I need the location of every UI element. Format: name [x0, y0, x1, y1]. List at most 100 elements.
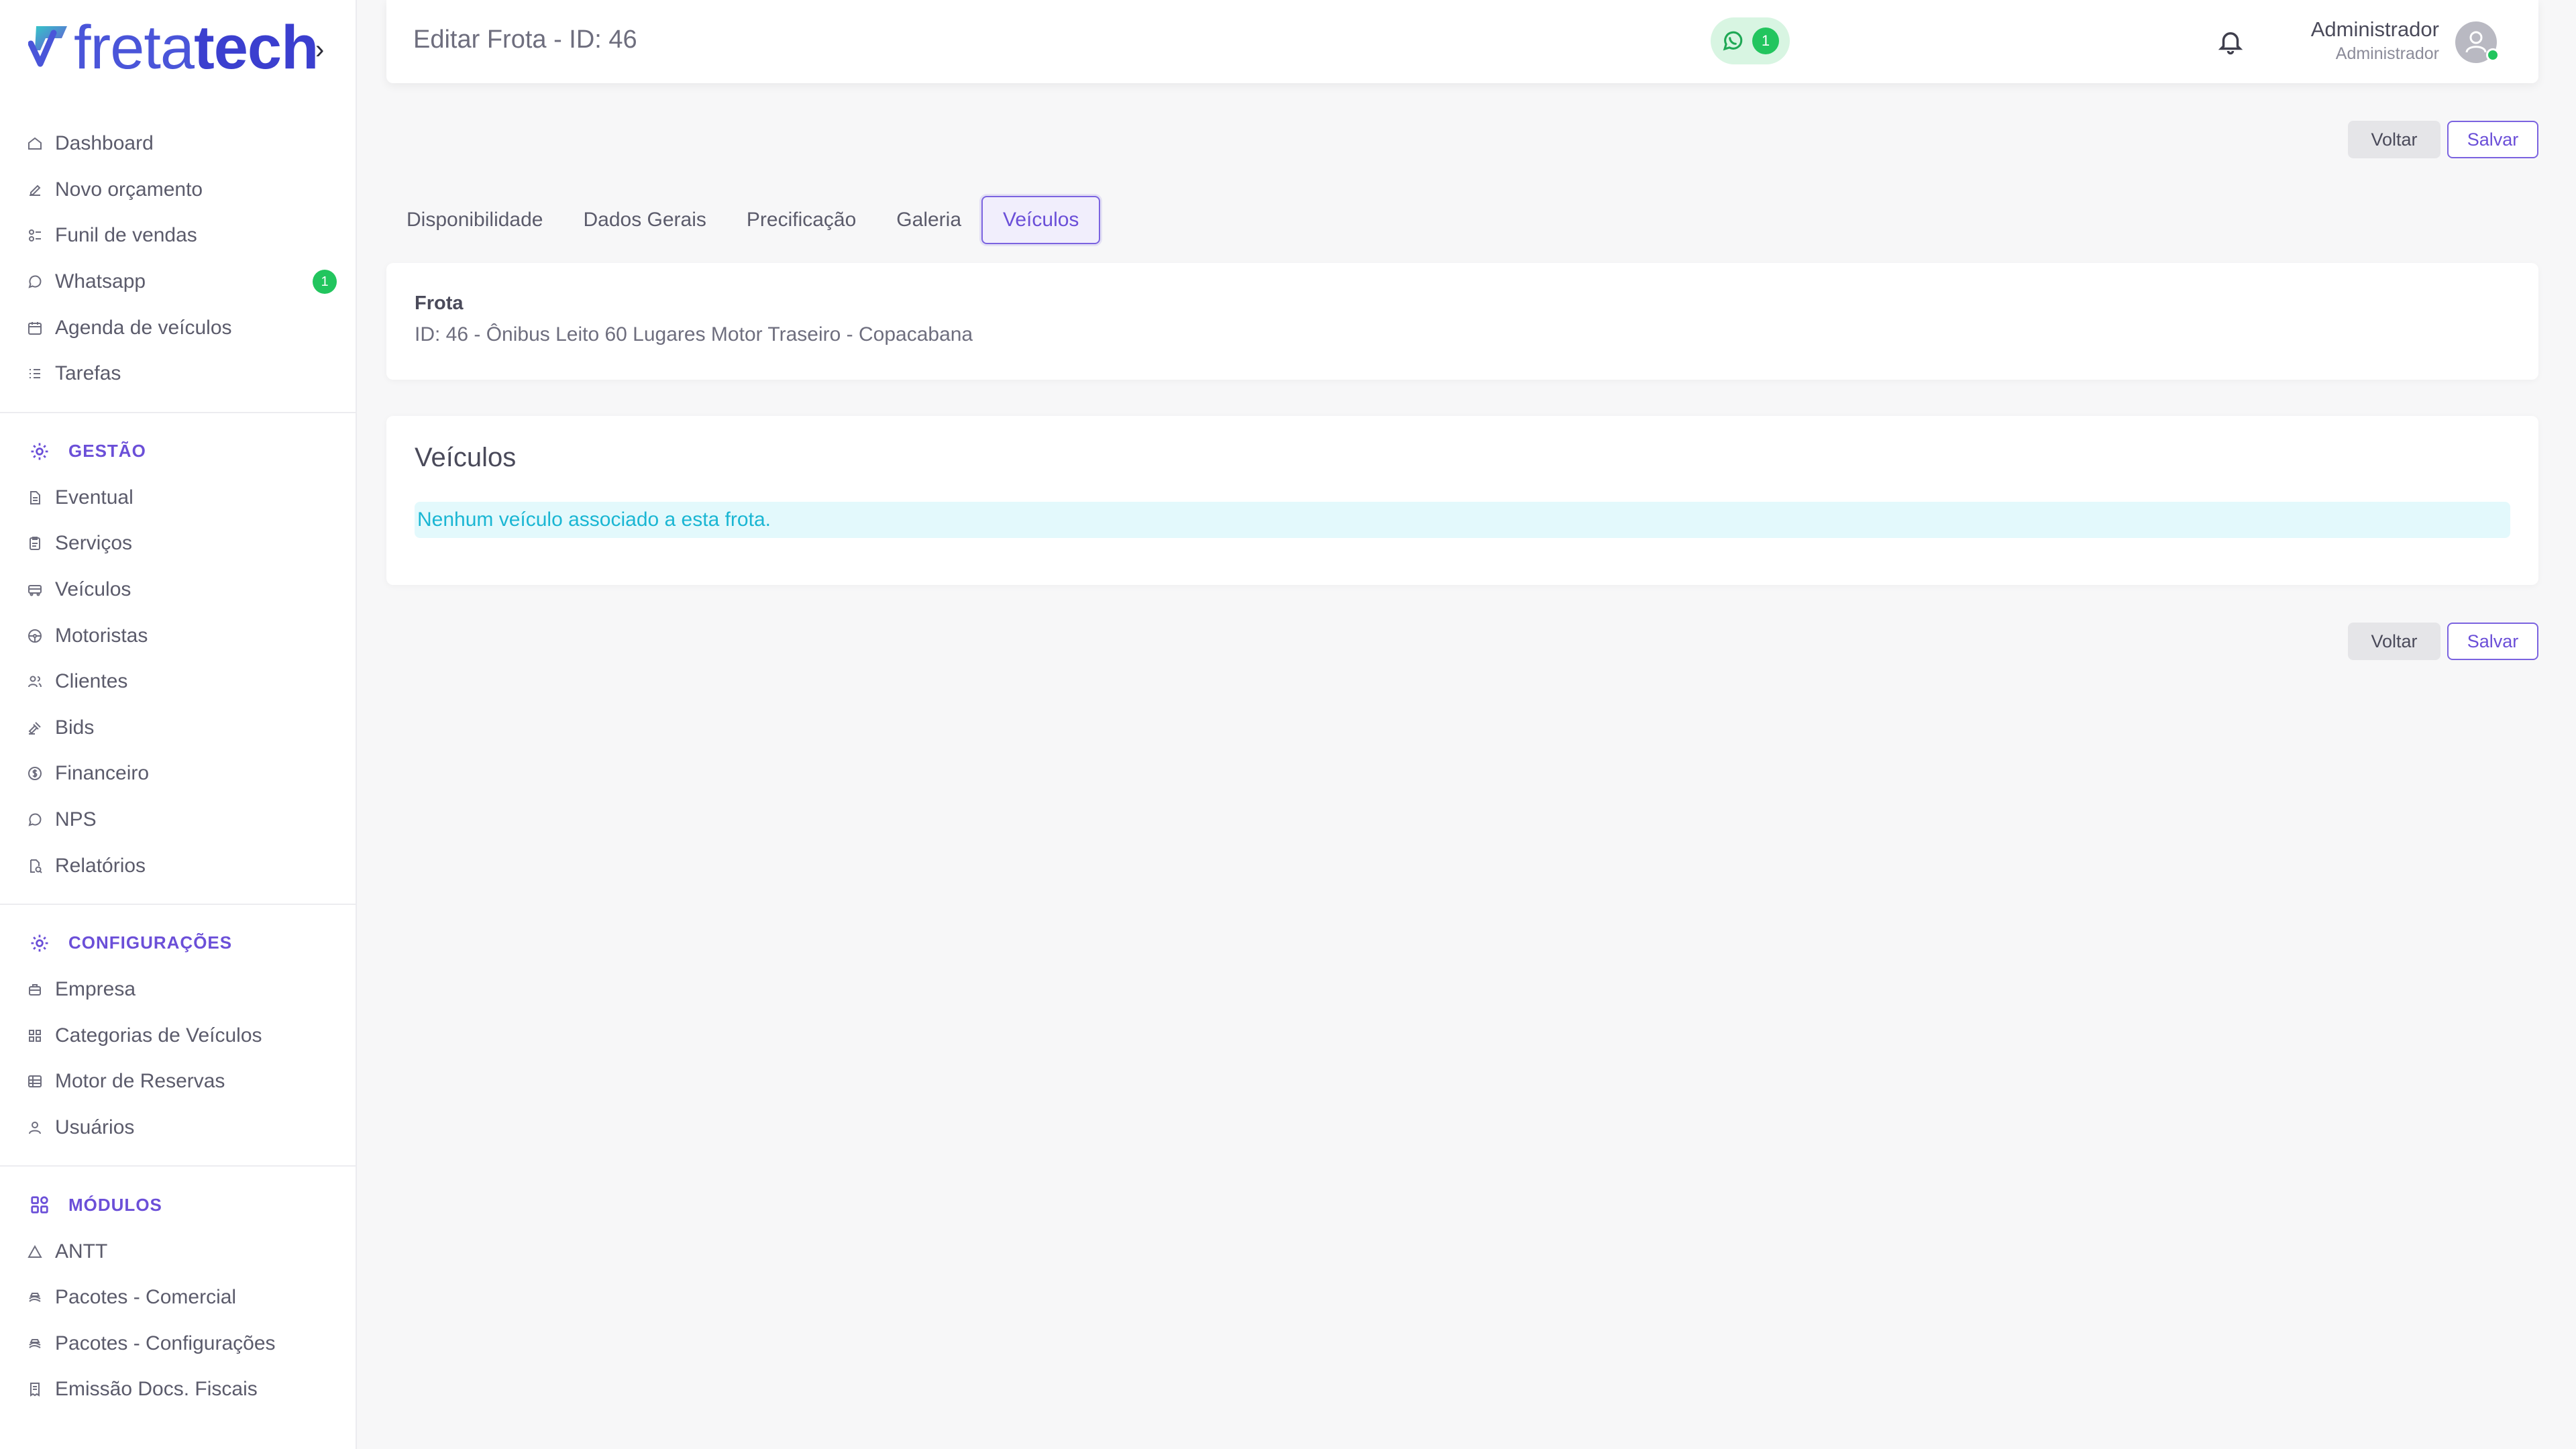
- sidebar-item-whatsapp[interactable]: Whatsapp 1: [0, 259, 357, 305]
- whatsapp-icon: [1721, 30, 1744, 52]
- home-icon: [27, 136, 43, 152]
- sidebar-item-empresa[interactable]: Empresa: [0, 967, 357, 1013]
- sidebar-item-pacotes-configuracoes[interactable]: Pacotes - Configurações: [0, 1320, 357, 1366]
- sidebar-item-dashboard[interactable]: Dashboard: [0, 121, 357, 167]
- sidebar-item-pacotes-comercial[interactable]: Pacotes - Comercial: [0, 1275, 357, 1321]
- sidebar-item-label: Empresa: [55, 978, 136, 1001]
- logo-text: fretatech: [74, 13, 319, 82]
- collapse-sidebar-chevron-icon[interactable]: ›: [315, 35, 324, 65]
- section-configuracoes: CONFIGURAÇÕES: [0, 920, 357, 967]
- section-title: MÓDULOS: [68, 1194, 162, 1215]
- sidebar-item-label: NPS: [55, 808, 97, 831]
- section-title: CONFIGURAÇÕES: [68, 932, 233, 953]
- frota-value: ID: 46 - Ônibus Leito 60 Lugares Motor T…: [415, 323, 973, 345]
- sidebar: fretatech › Dashboard Novo orçamento Fun…: [0, 0, 357, 1449]
- sidebar-item-novo-orcamento[interactable]: Novo orçamento: [0, 167, 357, 213]
- report-icon: [27, 858, 43, 874]
- sidebar-item-nps[interactable]: NPS: [0, 797, 357, 843]
- users-icon: [27, 674, 43, 690]
- back-button[interactable]: Voltar: [2348, 121, 2440, 158]
- sidebar-item-eventual[interactable]: Eventual: [0, 475, 357, 521]
- sidebar-item-funil-de-vendas[interactable]: Funil de vendas: [0, 213, 357, 259]
- sidebar-item-label: Motoristas: [55, 624, 148, 647]
- section-gestao: GESTÃO: [0, 428, 357, 475]
- tab-disponibilidade[interactable]: Disponibilidade: [396, 196, 563, 244]
- bus-icon: [27, 582, 43, 598]
- user-icon: [27, 1120, 43, 1136]
- sidebar-item-label: Veículos: [55, 578, 131, 601]
- tab-galeria[interactable]: Galeria: [876, 196, 981, 244]
- sidebar-item-motoristas[interactable]: Motoristas: [0, 612, 357, 659]
- sidebar-item-relatorios[interactable]: Relatórios: [0, 843, 357, 889]
- tab-veiculos[interactable]: Veículos: [981, 196, 1101, 244]
- tabs: Disponibilidade Dados Gerais Precificaçã…: [396, 196, 1101, 244]
- sidebar-item-bids[interactable]: Bids: [0, 705, 357, 751]
- sidebar-item-label: Motor de Reservas: [55, 1070, 225, 1093]
- user-name[interactable]: Administrador: [2311, 17, 2439, 42]
- chat-icon: [27, 812, 43, 828]
- sidebar-item-label: ANTT: [55, 1240, 108, 1263]
- sidebar-item-tarefas[interactable]: Tarefas: [0, 351, 357, 397]
- sidebar-item-label: Categorias de Veículos: [55, 1024, 262, 1046]
- veiculos-card: Veículos Nenhum veículo associado a esta…: [386, 416, 2538, 585]
- sidebar-item-usuarios[interactable]: Usuários: [0, 1105, 357, 1151]
- whatsapp-count-badge: 1: [1752, 28, 1779, 54]
- bell-icon[interactable]: [2216, 27, 2245, 56]
- funnel-icon: [27, 227, 43, 244]
- sidebar-item-label: Funil de vendas: [55, 224, 197, 247]
- calendar-icon: [27, 320, 43, 336]
- sidebar-item-categorias-de-veiculos[interactable]: Categorias de Veículos: [0, 1013, 357, 1059]
- grid-icon: [27, 1028, 43, 1044]
- sidebar-item-label: Eventual: [55, 486, 133, 508]
- top-action-buttons: Voltar Salvar: [2348, 121, 2538, 158]
- empty-state-alert: Nenhum veículo associado a esta frota.: [415, 502, 2510, 538]
- sidebar-item-label: Bids: [55, 716, 95, 739]
- tab-precificacao[interactable]: Precificação: [727, 196, 876, 244]
- sidebar-item-label: Dashboard: [55, 132, 154, 155]
- sidebar-item-clientes[interactable]: Clientes: [0, 659, 357, 705]
- sidebar-item-label: Whatsapp: [55, 270, 146, 293]
- sidebar-item-veiculos[interactable]: Veículos: [0, 567, 357, 613]
- sidebar-item-label: Pacotes - Configurações: [55, 1332, 276, 1354]
- steering-wheel-icon: [27, 628, 43, 644]
- coin-icon: [27, 765, 43, 782]
- sidebar-item-motor-de-reservas[interactable]: Motor de Reservas: [0, 1059, 357, 1105]
- sidebar-divider: [0, 1165, 357, 1167]
- gear-icon: [30, 933, 50, 953]
- clipboard-icon: [27, 535, 43, 551]
- triangle-icon: [27, 1244, 43, 1260]
- logo[interactable]: fretatech: [28, 13, 319, 82]
- section-modulos: MÓDULOS: [0, 1181, 357, 1228]
- sidebar-divider: [0, 903, 357, 905]
- sidebar-item-financeiro[interactable]: Financeiro: [0, 751, 357, 797]
- sidebar-nav: Dashboard Novo orçamento Funil de vendas…: [0, 121, 357, 1413]
- whatsapp-icon: [27, 274, 43, 290]
- edit-icon: [27, 182, 43, 198]
- sidebar-divider: [0, 411, 357, 413]
- back-button[interactable]: Voltar: [2348, 623, 2440, 660]
- receipt-icon: [27, 1381, 43, 1397]
- sidebar-item-antt[interactable]: ANTT: [0, 1228, 357, 1275]
- sidebar-item-agenda-de-veiculos[interactable]: Agenda de veículos: [0, 305, 357, 351]
- building-icon: [27, 981, 43, 998]
- sidebar-item-label: Tarefas: [55, 362, 121, 385]
- package-icon: [27, 1336, 43, 1352]
- frota-card: Frota ID: 46 - Ônibus Leito 60 Lugares M…: [386, 263, 2538, 380]
- sidebar-item-servicos[interactable]: Serviços: [0, 521, 357, 567]
- sidebar-item-label: Clientes: [55, 670, 128, 693]
- frota-label: Frota: [415, 292, 464, 314]
- page-title: Editar Frota - ID: 46: [413, 25, 637, 54]
- gear-icon: [30, 441, 50, 462]
- sidebar-item-emissao-docs-fiscais[interactable]: Emissão Docs. Fiscais: [0, 1366, 357, 1413]
- user-role: Administrador: [2335, 44, 2439, 63]
- save-button[interactable]: Salvar: [2447, 623, 2538, 660]
- online-status-dot: [2486, 48, 2500, 62]
- package-icon: [27, 1289, 43, 1305]
- sidebar-item-label: Relatórios: [55, 854, 146, 877]
- whatsapp-notification-button[interactable]: 1: [1711, 17, 1790, 64]
- logo-mark-icon: [28, 26, 67, 67]
- tab-dados-gerais[interactable]: Dados Gerais: [563, 196, 726, 244]
- sidebar-item-label: Novo orçamento: [55, 178, 203, 201]
- save-button[interactable]: Salvar: [2447, 121, 2538, 158]
- sidebar-item-label: Emissão Docs. Fiscais: [55, 1378, 258, 1401]
